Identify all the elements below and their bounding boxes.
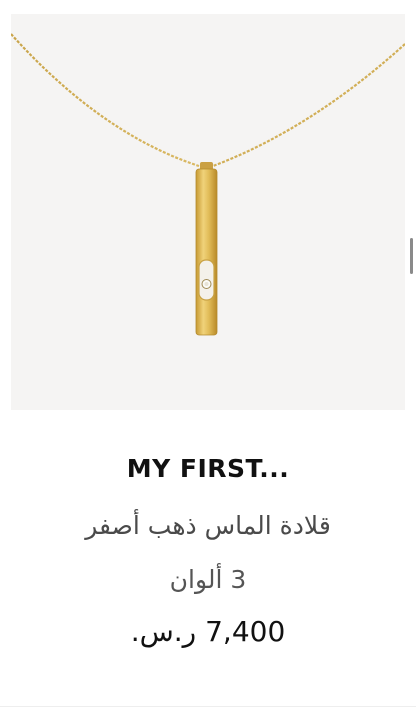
bar-pendant (195, 168, 218, 336)
chain-right (212, 43, 405, 168)
product-name[interactable]: MY FIRST... (0, 452, 416, 486)
product-price: 7,400 ر.س. (130, 615, 286, 648)
scrollbar[interactable] (410, 238, 413, 274)
product-card[interactable]: MY FIRST... قلادة الماس ذهب أصفر 3 ألوان… (0, 0, 416, 716)
necklace-image (11, 33, 405, 336)
chain-left (11, 33, 200, 168)
colors-count[interactable]: 3 ألوان (0, 560, 416, 600)
product-image[interactable] (11, 14, 405, 410)
product-description: قلادة الماس ذهب أصفر (85, 511, 331, 540)
divider (0, 706, 416, 707)
